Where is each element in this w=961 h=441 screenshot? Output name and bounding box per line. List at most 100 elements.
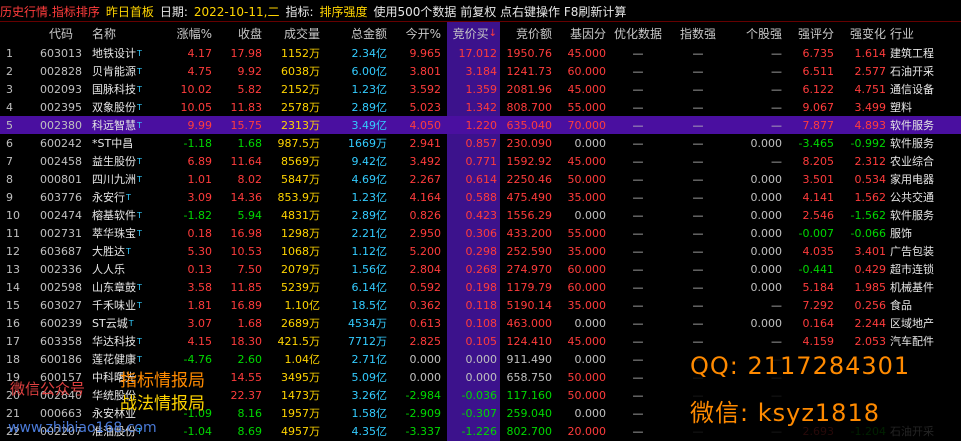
header-stock[interactable]: 个股强	[726, 22, 782, 44]
cell-open: 2.804	[387, 260, 442, 278]
date-value[interactable]: 2022-10-11,二	[194, 3, 280, 20]
header-change[interactable]: 强变化	[834, 22, 886, 44]
cell-text: 1.10亿	[284, 299, 321, 312]
table-row[interactable]: 8 000801 四川九洲 T 1.01 8.02 5847万 4.69亿 2.267 0.614…	[0, 170, 961, 188]
cell-chg: 5.30	[164, 242, 213, 260]
cell-text: 9	[6, 190, 13, 204]
table-row[interactable]: 4 002395 双象股份 T 10.05 11.83 2578万 2.89亿 5.023 1.3…	[0, 98, 961, 116]
table-row[interactable]: 2 002828 贝肯能源 T 4.75 9.92 6038万 6.00亿 3.801 3.184…	[0, 62, 961, 80]
cell-text: 0.000	[750, 316, 783, 330]
header-gene[interactable]: 基因分	[552, 22, 606, 44]
table-row[interactable]: 9 603776 永安行 T 3.09 14.36 853.9万 1.23亿 4.164 0.58…	[0, 188, 961, 206]
t-marker: T	[137, 354, 142, 364]
table-row[interactable]: 16 600239 ST云城 T 3.07 1.68 2689万 4534万 0.613 0.10…	[0, 314, 961, 332]
range-title[interactable]: 昨日首板	[106, 3, 154, 20]
cell-ind: 软件服务	[890, 116, 960, 134]
indicator-value[interactable]: 排序强度	[320, 3, 368, 20]
header-close[interactable]: 收盘	[212, 22, 262, 44]
header-name[interactable]: 名称	[92, 22, 164, 44]
cell-text: 0.362	[409, 298, 442, 312]
cell-score: 0.164	[782, 314, 835, 332]
table-row[interactable]: 13 002336 人人乐 0.13 7.50 2079万 1.56亿 2.804 0.268 2…	[0, 260, 961, 278]
cell-idx: —	[670, 242, 726, 260]
header-score[interactable]: 强评分	[782, 22, 834, 44]
cell-text: 1.56亿	[351, 263, 388, 276]
cell-gene: 55.000	[552, 224, 607, 242]
header-no[interactable]	[6, 22, 30, 44]
cell-text: 60.000	[567, 280, 607, 294]
table-row[interactable]: 12 603687 大胜达 T 5.30 10.53 1068万 1.12亿 5.200 0.29…	[0, 242, 961, 260]
cell-opt: —	[606, 98, 670, 116]
watermark-label-3: 战法情报局	[120, 394, 205, 414]
table-row[interactable]: 3 002093 国脉科技 T 10.02 5.82 2152万 1.23亿 3.592 1.35…	[0, 80, 961, 98]
table-row[interactable]: 14 002598 山东章鼓 T 3.58 11.85 5239万 6.14亿 0.592 0.1…	[0, 278, 961, 296]
cell-text: 益生股份	[92, 155, 136, 168]
table-row[interactable]: 6 600242 *ST中昌 -1.18 1.68 987.5万 1669万 2.941 0.8…	[0, 134, 961, 152]
cell-bidamt: 475.490	[497, 188, 553, 206]
cell-text: 7712万	[348, 335, 387, 348]
cell-text: 1957万	[281, 407, 320, 420]
header-idx[interactable]: 指数强	[670, 22, 726, 44]
cell-gene: 0.000	[552, 404, 607, 422]
cell-text: 259.040	[506, 406, 553, 420]
cell-text: 603358	[40, 334, 82, 348]
cell-text: 002093	[40, 82, 82, 96]
cell-text: 7.292	[802, 298, 835, 312]
t-marker: T	[137, 156, 142, 166]
header-opt[interactable]: 优化数据	[606, 22, 670, 44]
cell-text: 5.82	[237, 82, 263, 96]
cell-no: 10	[6, 206, 30, 224]
header-vol[interactable]: 成交量	[262, 22, 320, 44]
table-row[interactable]: 1 603013 地铁设计 T 4.17 17.98 1152万 2.34亿 9.965 17.0…	[0, 44, 961, 62]
header-bidamt[interactable]: 竞价额	[497, 22, 552, 44]
cell-text: 000801	[40, 172, 82, 186]
cell-text: 4.17	[187, 46, 213, 60]
cell-amt: 4534万	[320, 314, 387, 332]
cell-chg: 3.07	[164, 314, 213, 332]
cell-bid: 0.588	[441, 188, 498, 206]
cell-text: 2	[6, 64, 13, 78]
cell-opt: —	[606, 206, 670, 224]
header-ind[interactable]: 行业	[890, 22, 960, 44]
table-row[interactable]: 10 002474 榕基软件 T -1.82 5.94 4831万 2.89亿 0.826 0.4…	[0, 206, 961, 224]
cell-name: 人人乐	[92, 260, 164, 278]
table-row[interactable]: 7 002458 益生股份 T 6.89 11.64 8569万 9.42亿 3.492 0.77…	[0, 152, 961, 170]
cell-close: 1.68	[212, 134, 263, 152]
cell-text: 463.000	[506, 316, 553, 330]
cell-code: 002336	[30, 260, 92, 278]
cell-text: 002474	[40, 208, 82, 222]
cell-code: 600242	[30, 134, 92, 152]
cell-text: 0.298	[465, 244, 498, 258]
cell-text: 0.198	[465, 280, 498, 294]
cell-name: 萃华珠宝 T	[92, 224, 164, 242]
cell-stock: 0.000	[726, 278, 783, 296]
cell-text: 7.50	[237, 262, 263, 276]
cell-text: 252.590	[506, 244, 553, 258]
cell-text: 1152万	[281, 47, 320, 60]
cell-text: 2.244	[854, 316, 887, 330]
table-row[interactable]: 11 002731 萃华珠宝 T 0.18 16.98 1298万 2.21亿 2.950 0.3…	[0, 224, 961, 242]
header-chg[interactable]: 涨幅%	[164, 22, 212, 44]
cell-bidamt: 911.490	[497, 350, 553, 368]
cell-vol: 1152万	[262, 44, 320, 62]
header-amt[interactable]: 总金额	[320, 22, 387, 44]
header-bid[interactable]: 竞价买 ↓	[441, 22, 497, 44]
cell-text: 9.92	[237, 64, 263, 78]
table-row[interactable]: 5 002380 科远智慧 T 9.99 15.75 2313万 3.49亿 4.050 1.22…	[0, 116, 961, 134]
cell-text: 2313万	[281, 119, 320, 132]
cell-text: 5239万	[281, 281, 320, 294]
cell-text: 17.98	[230, 46, 263, 60]
mode-title[interactable]: 历史行情.指标排序	[0, 3, 100, 20]
cell-gene: 35.000	[552, 188, 607, 206]
cell-text: 4.893	[854, 118, 887, 132]
cell-code: 603027	[30, 296, 92, 314]
header-open[interactable]: 今开%	[387, 22, 441, 44]
header-code[interactable]: 代码	[30, 22, 92, 44]
cell-text: —	[632, 244, 644, 258]
table-row[interactable]: 15 603027 千禾味业 T 1.81 16.89 1.10亿 18.5亿 0.362 0.1…	[0, 296, 961, 314]
watermark-label-2: 指标情报局	[120, 371, 205, 391]
cell-text: —	[692, 190, 704, 204]
cell-text: —	[771, 100, 782, 114]
cell-text: —	[632, 154, 644, 168]
cell-ind: 石油开采	[890, 62, 960, 80]
